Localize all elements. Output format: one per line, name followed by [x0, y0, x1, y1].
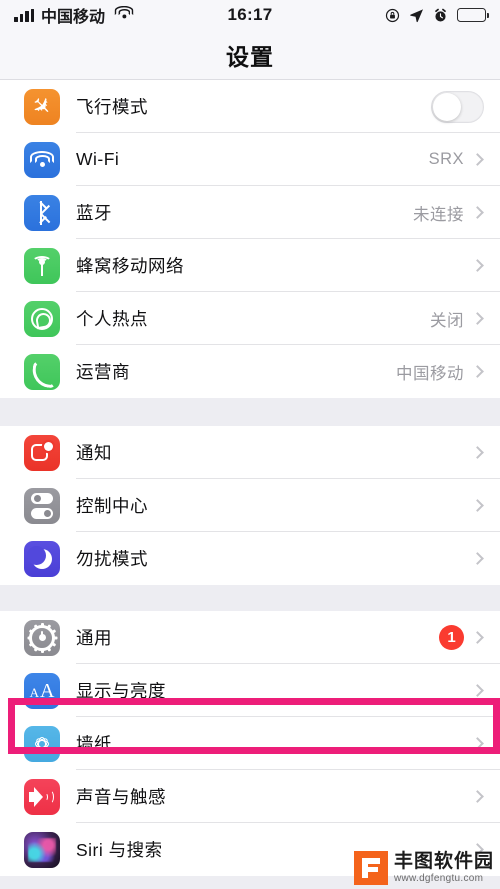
settings-row-accessory: 未连接	[413, 201, 484, 225]
display-brightness-icon: AA	[24, 672, 60, 709]
chevron-right-icon	[471, 631, 484, 644]
settings-row-cellular[interactable]: 蜂窝移动网络	[0, 239, 500, 292]
settings-row-notifications[interactable]: 通知	[0, 426, 500, 479]
settings-row-control-center[interactable]: 控制中心	[0, 479, 500, 532]
status-bar: 中国移动 16:17	[0, 0, 500, 30]
settings-row-do-not-disturb[interactable]: 勿扰模式	[0, 532, 500, 585]
watermark-text: 丰图软件园 www.dgfengtu.com	[393, 851, 494, 884]
gear-icon	[24, 619, 60, 656]
siri-icon	[24, 831, 60, 868]
settings-row-label: 勿扰模式	[76, 549, 148, 569]
settings-row-label: 个人热点	[76, 309, 148, 329]
wifi-icon	[24, 141, 60, 178]
settings-group-connectivity: ✈ 飞行模式 Wi-Fi SRX 蓝牙 未连接 蜂窝移动网络 个人热点 关闭 运…	[0, 80, 500, 398]
settings-row-label: 蓝牙	[76, 203, 112, 223]
settings-row-label: 运营商	[76, 362, 130, 382]
settings-row-label: 显示与亮度	[76, 681, 166, 701]
iphone-settings-screen: 中国移动 16:17 设置 ✈ 飞行模式 Wi-Fi SRX 蓝牙 未连接 蜂窝…	[0, 0, 500, 889]
settings-row-label: 控制中心	[76, 496, 148, 516]
chevron-right-icon	[471, 153, 484, 166]
settings-row-label: 墙纸	[76, 734, 112, 754]
settings-row-label: Siri 与搜索	[76, 840, 163, 860]
chevron-right-icon	[471, 684, 484, 697]
settings-row-value: SRX	[428, 150, 464, 168]
group-gap	[0, 398, 500, 426]
group-gap	[0, 585, 500, 611]
settings-row-label: 通知	[76, 443, 112, 463]
settings-row-value: 未连接	[413, 205, 464, 224]
chevron-right-icon	[471, 552, 484, 565]
settings-row-label: 通用	[76, 628, 112, 648]
status-badge: 1	[439, 625, 464, 650]
settings-row-accessory	[471, 684, 484, 697]
rotation-lock-icon	[385, 8, 400, 22]
navigation-bar: 设置	[0, 30, 500, 80]
settings-row-accessory	[471, 499, 484, 512]
chevron-right-icon	[471, 365, 484, 378]
settings-row-sounds-haptics[interactable]: 声音与触感	[0, 770, 500, 823]
settings-row-wifi[interactable]: Wi-Fi SRX	[0, 133, 500, 186]
settings-row-accessory	[471, 790, 484, 803]
settings-row-label: 飞行模式	[76, 97, 148, 117]
status-bar-right	[385, 8, 489, 23]
chevron-right-icon	[471, 312, 484, 325]
settings-list[interactable]: ✈ 飞行模式 Wi-Fi SRX 蓝牙 未连接 蜂窝移动网络 个人热点 关闭 运…	[0, 80, 500, 889]
settings-row-display-brightness[interactable]: AA 显示与亮度	[0, 664, 500, 717]
settings-row-value: 中国移动	[396, 364, 464, 383]
notifications-icon	[24, 434, 60, 471]
do-not-disturb-icon	[24, 540, 60, 577]
battery-icon	[457, 8, 489, 22]
settings-row-wallpaper[interactable]: 墙纸	[0, 717, 500, 770]
settings-row-accessory	[464, 259, 484, 272]
chevron-right-icon	[471, 499, 484, 512]
chevron-right-icon	[471, 790, 484, 803]
settings-row-accessory	[471, 737, 484, 750]
bluetooth-icon	[24, 194, 60, 231]
settings-row-personal-hotspot[interactable]: 个人热点 关闭	[0, 292, 500, 345]
chevron-right-icon	[471, 206, 484, 219]
watermark-site-url: www.dgfengtu.com	[393, 872, 484, 884]
airplane-mode-toggle[interactable]	[431, 90, 484, 123]
settings-row-accessory[interactable]	[431, 90, 484, 123]
settings-row-airplane-mode[interactable]: ✈ 飞行模式	[0, 80, 500, 133]
chevron-right-icon	[471, 737, 484, 750]
carrier-phone-icon	[24, 353, 60, 390]
airplane-icon: ✈	[24, 88, 60, 125]
location-arrow-icon	[410, 8, 423, 22]
chevron-right-icon	[471, 259, 484, 272]
settings-row-accessory	[471, 446, 484, 459]
settings-row-label: 蜂窝移动网络	[76, 256, 184, 276]
settings-row-accessory: SRX	[429, 150, 484, 169]
settings-row-label: 声音与触感	[76, 787, 166, 807]
page-title: 设置	[226, 43, 274, 70]
watermark-logo-icon	[353, 851, 388, 885]
cellular-icon	[24, 247, 60, 284]
settings-row-carrier[interactable]: 运营商 中国移动	[0, 345, 500, 398]
settings-row-accessory: 中国移动	[396, 360, 484, 384]
watermark: 丰图软件园 www.dgfengtu.com	[353, 851, 494, 885]
chevron-right-icon	[471, 446, 484, 459]
settings-row-accessory: 1	[439, 625, 484, 650]
settings-row-accessory: 关闭	[430, 307, 484, 331]
settings-row-value: 关闭	[430, 311, 464, 330]
alarm-clock-icon	[435, 8, 446, 21]
watermark-site-name: 丰图软件园	[393, 851, 494, 873]
settings-row-bluetooth[interactable]: 蓝牙 未连接	[0, 186, 500, 239]
hotspot-icon	[24, 300, 60, 337]
wallpaper-icon	[24, 725, 60, 762]
control-center-icon	[24, 487, 60, 524]
settings-row-general[interactable]: 通用 1	[0, 611, 500, 664]
settings-row-label: Wi-Fi	[76, 149, 120, 169]
settings-row-accessory	[471, 552, 484, 565]
settings-group-notifications: 通知 控制中心 勿扰模式	[0, 426, 500, 585]
settings-group-device: 通用 1 AA 显示与亮度 墙纸 声音与触感 Siri 与搜索	[0, 611, 500, 876]
sound-haptics-icon	[24, 778, 60, 815]
